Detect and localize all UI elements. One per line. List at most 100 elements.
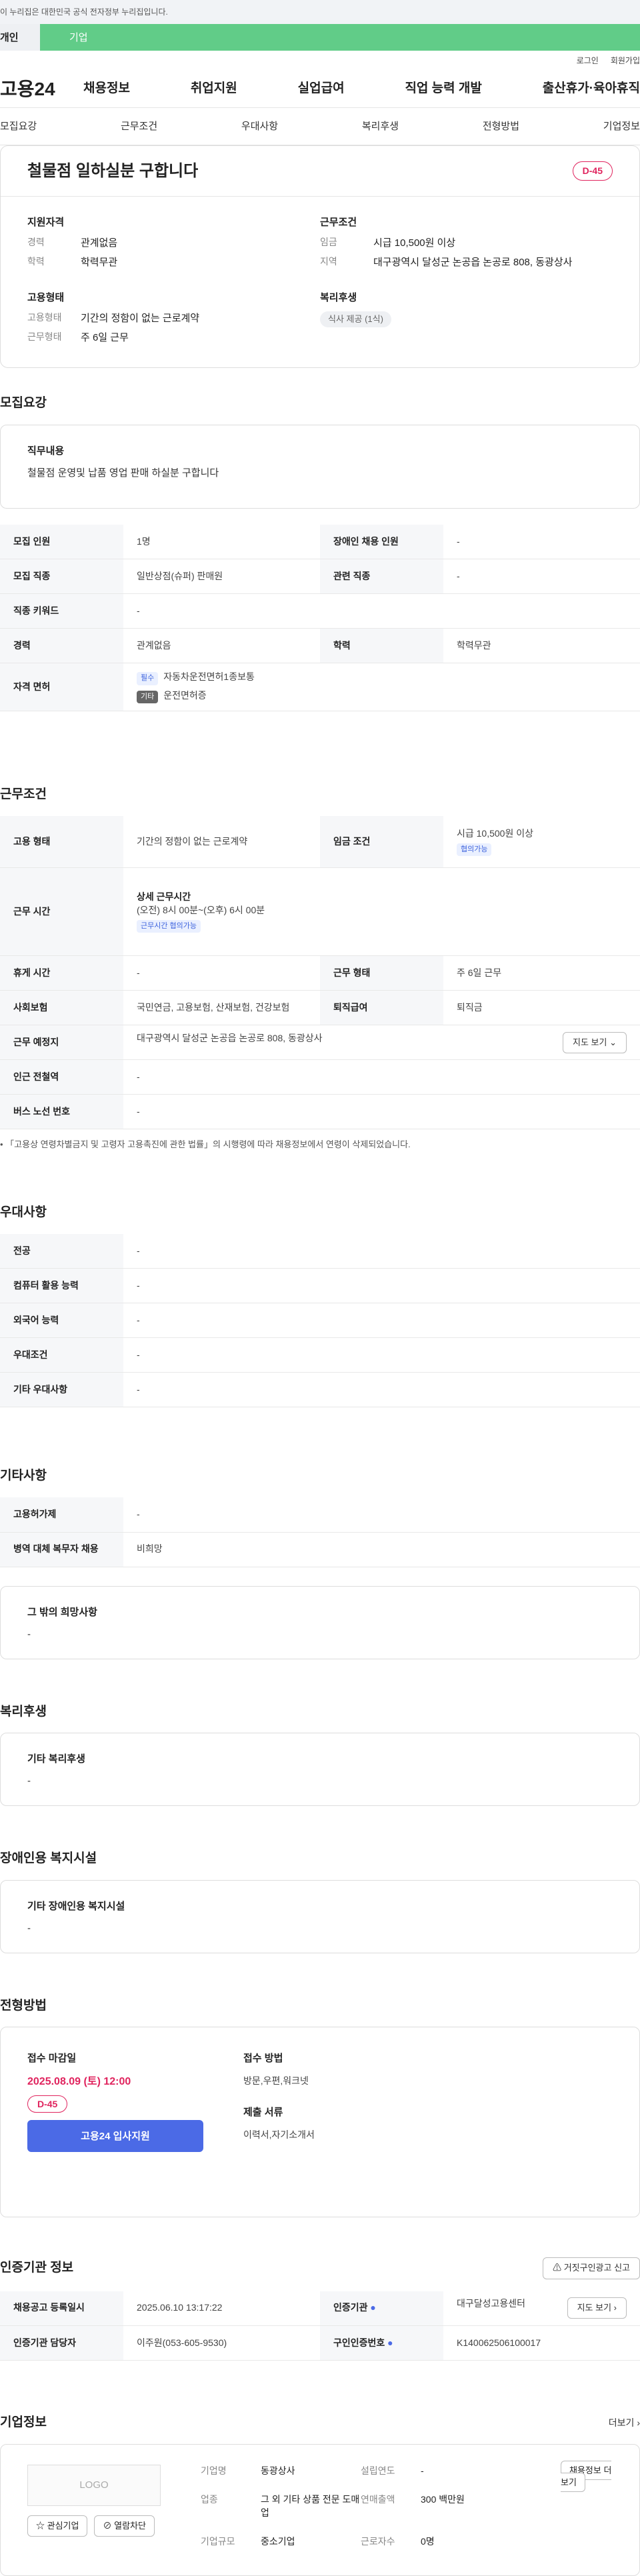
- table-row: 인근 전철역 -: [0, 1059, 640, 1095]
- cert-table: 채용공고 등록일시 2025.06.10 13:17:22 인증기관 ● 대구달성고용…: [0, 2291, 640, 2361]
- apply-box: 접수 마감일 2025.08.09 (토) 12:00 D-45 고용24 입사…: [0, 2027, 640, 2218]
- welfare-box: 기타 복리후생 -: [0, 1733, 640, 1807]
- gov-notice-text: 이 누리집은 대한민국 공식 전자정부 누리집입니다.: [0, 7, 168, 17]
- cert-map-button[interactable]: 지도 보기 ›: [567, 2297, 627, 2319]
- section-title-disability: 장애인용 복지시설: [0, 1851, 97, 1866]
- table-row: 근무 시간 상세 근무시간 (오전) 8시 00분~(오후) 6시 00분 근무시간 …: [0, 867, 640, 957]
- duty-box: 직무내용 철물점 운영및 납품 영업 판매 하실분 구합니다: [0, 424, 640, 509]
- subnav-welfare[interactable]: 복리후생: [362, 119, 399, 133]
- table-row: 전공 -: [0, 1233, 640, 1269]
- duty-text: 철물점 운영및 납품 영업 판매 하실분 구합니다: [27, 467, 219, 479]
- table-row: 직종 키워드 -: [0, 593, 640, 629]
- dday-badge: D-45: [572, 161, 613, 181]
- section-title-work: 근무조건: [0, 787, 47, 802]
- subnav-work[interactable]: 근무조건: [121, 119, 157, 133]
- section-title-recruit: 모집요강: [0, 396, 47, 410]
- table-row: 인증기관 담당자 이주원(053-605-9530) 구인인증번호 ● K140062…: [0, 2325, 640, 2361]
- table-row: 외국어 능력 -: [0, 1303, 640, 1339]
- disability-box: 기타 장애인용 복지시설 -: [0, 1879, 640, 1953]
- fav-company-button[interactable]: ☆ 관심기업: [27, 2515, 88, 2537]
- table-row: 컴퓨터 활용 능력 -: [0, 1268, 640, 1304]
- job-title: 철물점 일하실분 구합니다: [27, 161, 199, 180]
- apply-button[interactable]: 고용24 입사지원: [27, 2120, 203, 2153]
- report-button[interactable]: ⚠ 거짓구인광고 신고: [543, 2257, 640, 2279]
- subnav-company[interactable]: 기업정보: [603, 119, 640, 133]
- table-row: 근무 예정지 대구광역시 달성군 논공읍 논공로 808, 동광상사 지도 보기 ⌄: [0, 1025, 640, 1061]
- gnb-item-employment-support[interactable]: 취업지원: [191, 80, 237, 98]
- career-value: 관계없음: [81, 237, 118, 249]
- place-value: 대구광역시 달성군 논공읍 논공로 808, 동광상사: [137, 1032, 323, 1043]
- benefit-tag: 식사 제공 (1식): [320, 311, 391, 328]
- gnb-item-unemployment-benefit[interactable]: 실업급여: [298, 80, 345, 98]
- chevron-down-icon: ⌄: [609, 1037, 617, 1047]
- chevron-right-icon: ›: [637, 2417, 640, 2428]
- company-name: 동광상사: [261, 2465, 295, 2476]
- gnb-item-parental-leave[interactable]: 출산휴가·육아휴직: [543, 80, 640, 98]
- section-title-cert: 인증기관 정보: [0, 2261, 74, 2275]
- qual-title: 지원자격: [27, 217, 65, 228]
- section-title-etc: 기타사항: [0, 1469, 47, 1483]
- education-value: 학력무관: [81, 257, 118, 268]
- section-title-company: 기업정보: [0, 2415, 47, 2430]
- join-link[interactable]: 회원가입: [611, 55, 640, 67]
- emp-type-value: 기간의 정함이 없는 근로계약: [81, 313, 200, 324]
- region-value: 대구광역시 달성군 논공읍 논공로 808, 동광상사: [373, 257, 573, 268]
- subnav-pref[interactable]: 우대사항: [241, 119, 278, 133]
- site-logo[interactable]: 고용24: [0, 76, 83, 102]
- etc-table: 고용허가제 - 병역 대체 복무자 채용 비희망: [0, 1497, 640, 1567]
- table-row: 고용허가제 -: [0, 1497, 640, 1533]
- recruit-table: 모집 인원 1명 장애인 채용 인원 - 모집 직종 일반상점(슈퍼) 판매원 관련 직종…: [0, 524, 640, 712]
- apply-dday-badge: D-45: [27, 2095, 68, 2113]
- cond-title: 근무조건: [320, 217, 357, 228]
- table-row: 자격 면허 필수 자동차운전면허1종보통 기타 운전면허증: [0, 663, 640, 712]
- age-note: • 「고용상 연령차별금지 및 고령자 고용촉진에 관한 법률」의 시행령에 따…: [0, 1139, 411, 1150]
- info-icon: ●: [370, 2302, 376, 2313]
- info-icon: ●: [387, 2337, 393, 2348]
- table-row: 사회보험 국민연금, 고용보험, 산재보험, 건강보험 퇴직급여 퇴직금: [0, 990, 640, 1026]
- pref-table: 전공 - 컴퓨터 활용 능력 - 외국어 능력 - 우대조건 - 기타 우대사항 -: [0, 1233, 640, 1408]
- etc-tag: 기타: [137, 690, 159, 703]
- subnav-recruit[interactable]: 모집요강: [0, 119, 37, 133]
- required-tag: 필수: [137, 672, 159, 685]
- section-title-welfare: 복리후생: [0, 1704, 47, 1719]
- table-row: 우대조건 -: [0, 1337, 640, 1373]
- summary-card: 철물점 일하실분 구합니다 D-45 지원자격 경력 관계없음 학력 학력무관 근무…: [0, 145, 640, 368]
- work-type-value: 주 6일 근무: [81, 332, 129, 343]
- block-icon: ⊘: [103, 2520, 112, 2531]
- table-row: 병역 대체 복무자 채용 비희망: [0, 1532, 640, 1567]
- tab-personal[interactable]: 개인: [0, 24, 40, 51]
- section-title-pref: 우대사항: [0, 1205, 47, 1220]
- wage-value: 시급 10,500원 이상: [373, 237, 456, 249]
- more-link[interactable]: 더보기 ›: [609, 2417, 640, 2430]
- subnav-apply[interactable]: 전형방법: [483, 119, 519, 133]
- siren-icon: ⚠: [553, 2263, 562, 2273]
- table-row: 고용 형태 기간의 정함이 없는 근로계약 임금 조건 시급 10,500원 이상 협의…: [0, 815, 640, 869]
- table-row: 모집 직종 일반상점(슈퍼) 판매원 관련 직종 -: [0, 559, 640, 595]
- emp-title: 고용형태: [27, 292, 65, 303]
- welfare-title: 복리후생: [320, 292, 357, 303]
- section-title-apply: 전형방법: [0, 1998, 47, 2013]
- table-row: 경력 관계없음 학력 학력무관: [0, 628, 640, 664]
- chevron-right-icon: ›: [613, 2303, 617, 2313]
- etc-box: 그 밖의 희망사항 -: [0, 1585, 640, 1659]
- login-link[interactable]: 로그인: [577, 55, 599, 67]
- star-icon: ☆: [36, 2520, 45, 2531]
- table-row: 기타 우대사항 -: [0, 1372, 640, 1408]
- gov-notice-bar: 이 누리집은 대한민국 공식 전자정부 누리집입니다.: [0, 0, 640, 24]
- table-row: 휴게 시간 - 근무 형태 주 6일 근무: [0, 955, 640, 991]
- table-row: 모집 인원 1명 장애인 채용 인원 -: [0, 524, 640, 560]
- deadline-value: 2025.08.09 (토) 12:00: [27, 2076, 131, 2088]
- map-button[interactable]: 지도 보기 ⌄: [563, 1031, 627, 1053]
- table-row: 채용공고 등록일시 2025.06.10 13:17:22 인증기관 ● 대구달성고용…: [0, 2291, 640, 2327]
- company-jobs-button[interactable]: 채용정보 더보기: [561, 2460, 612, 2492]
- company-box: LOGO ☆ 관심기업 ⊘ 열람차단 기업명 동광상사 설립연도 - 업종 그 외 기…: [0, 2443, 640, 2576]
- gnb-item-jobs[interactable]: 채용정보: [83, 80, 130, 98]
- table-row: 버스 노선 번호 -: [0, 1094, 640, 1130]
- tab-corporate[interactable]: 기업: [40, 24, 640, 51]
- gnb-item-training[interactable]: 직업 능력 개발: [405, 80, 481, 98]
- company-logo: LOGO: [27, 2464, 161, 2506]
- block-company-button[interactable]: ⊘ 열람차단: [94, 2515, 155, 2537]
- wage-negotiable-tag: 협의가능: [457, 843, 492, 856]
- time-negotiable-tag: 근무시간 협의가능: [137, 919, 201, 933]
- work-table: 고용 형태 기간의 정함이 없는 근로계약 임금 조건 시급 10,500원 이상 협의…: [0, 815, 640, 1130]
